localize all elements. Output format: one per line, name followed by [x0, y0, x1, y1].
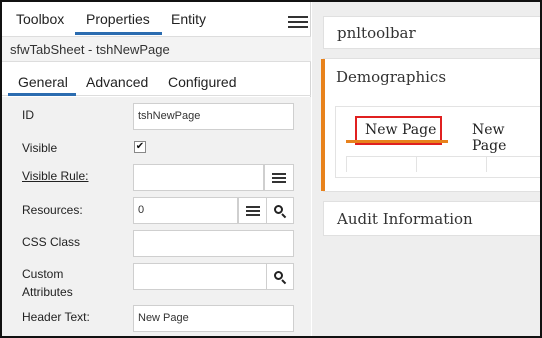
resources-field[interactable]: 0 — [133, 197, 238, 224]
tab-entity[interactable]: Entity — [171, 11, 206, 27]
id-label: ID — [22, 108, 34, 122]
custom-attributes-search-button[interactable] — [266, 263, 294, 290]
tab-advanced[interactable]: Advanced — [86, 74, 148, 90]
toolbar-panel[interactable]: pnltoolbar — [323, 16, 540, 49]
css-class-label: CSS Class — [22, 235, 81, 249]
grid-cell — [416, 156, 486, 172]
visible-rule-list-button[interactable] — [264, 164, 294, 191]
custom-attributes-field[interactable] — [133, 263, 267, 290]
checkmark-icon: ✔ — [135, 141, 145, 152]
breadcrumb: sfwTabSheet - tshNewPage — [2, 36, 311, 62]
visible-rule-field[interactable] — [133, 164, 264, 191]
grid-cell — [346, 156, 416, 172]
tab-toolbox[interactable]: Toolbox — [16, 11, 64, 27]
visible-rule-link[interactable]: Visible Rule: — [22, 168, 88, 185]
selection-indicator — [321, 59, 325, 191]
designer-canvas: pnltoolbar Demographics New Page New Pag… — [312, 2, 540, 336]
toolbar-title: pnltoolbar — [337, 24, 416, 42]
search-icon — [274, 204, 287, 218]
properties-form: ID tshNewPage Visible ✔ Visible Rule: Re… — [2, 97, 311, 336]
top-tab-bar: Toolbox Properties Entity — [2, 2, 311, 36]
tab-configured[interactable]: Configured — [168, 74, 237, 90]
hamburger-menu-icon[interactable] — [288, 16, 308, 30]
custom-attributes-label-line2: Attributes — [22, 285, 73, 299]
active-subtab-indicator — [8, 93, 76, 96]
visible-label: Visible — [22, 141, 58, 155]
resources-list-button[interactable] — [238, 197, 267, 224]
tab-new-page-2[interactable]: New Page — [472, 122, 540, 154]
properties-panel: Toolbox Properties Entity sfwTabSheet - … — [2, 2, 311, 336]
header-text-field[interactable]: New Page — [133, 305, 294, 332]
id-field[interactable]: tshNewPage — [133, 103, 294, 130]
active-tab-underline — [346, 140, 448, 143]
tab-general[interactable]: General — [18, 74, 68, 90]
custom-attributes-label-line1: Custom — [22, 267, 64, 281]
audit-panel[interactable]: Audit Information — [323, 201, 540, 236]
resources-label: Resources: — [22, 203, 83, 217]
tab-properties[interactable]: Properties — [86, 11, 150, 27]
css-class-field[interactable] — [133, 230, 294, 257]
search-icon — [274, 270, 287, 284]
list-icon — [245, 204, 260, 218]
visible-checkbox[interactable]: ✔ — [134, 141, 146, 153]
audit-title: Audit Information — [337, 210, 473, 228]
active-tab-indicator — [75, 32, 162, 35]
tab-new-page-1[interactable]: New Page — [365, 122, 436, 138]
sub-tab-bar: General Advanced Configured — [2, 62, 311, 96]
header-text-label: Header Text: — [22, 310, 90, 324]
breadcrumb-text: sfwTabSheet - tshNewPage — [10, 42, 170, 57]
demographics-title: Demographics — [336, 68, 447, 86]
app-window: Toolbox Properties Entity sfwTabSheet - … — [0, 0, 542, 338]
list-icon — [272, 171, 286, 185]
grid-cell — [486, 156, 540, 172]
resources-search-button[interactable] — [266, 197, 294, 224]
